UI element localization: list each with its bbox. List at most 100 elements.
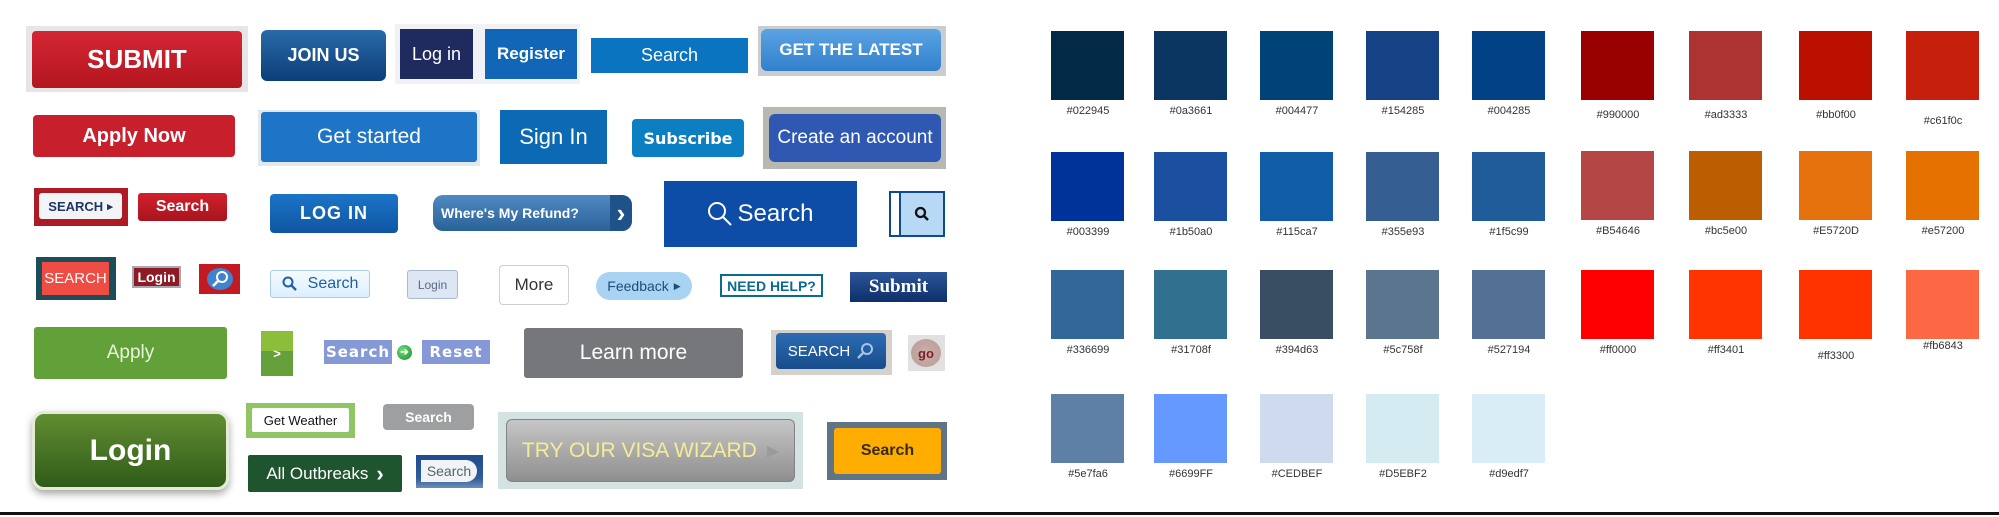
- color-swatch-label: #ad3333: [1704, 109, 1748, 121]
- search-pill-button[interactable]: Search: [421, 460, 477, 482]
- get-weather-button[interactable]: Get Weather: [252, 408, 349, 432]
- color-swatch: [1906, 151, 1979, 220]
- all-outbreaks-button[interactable]: All Outbreaks ›: [248, 455, 402, 492]
- search-button-flat[interactable]: Search: [591, 38, 748, 73]
- magnifier-icon: [708, 202, 733, 226]
- search-blue-icon-label: SEARCH: [787, 342, 851, 360]
- get-the-latest-button[interactable]: GET THE LATEST: [761, 29, 941, 71]
- get-started-button[interactable]: Get started: [261, 112, 477, 162]
- color-swatch: [1472, 270, 1545, 339]
- register-button[interactable]: Register: [485, 29, 577, 79]
- subscribe-button[interactable]: Subscribe: [632, 119, 744, 157]
- sign-in-button[interactable]: Sign In: [500, 110, 607, 164]
- search-gray-button[interactable]: Search: [383, 404, 474, 430]
- search-coral-button[interactable]: SEARCH: [42, 262, 109, 295]
- color-swatch: [1260, 270, 1333, 339]
- search-framed-button[interactable]: SEARCH ▸: [39, 193, 122, 219]
- chevron-right-icon: ›: [610, 195, 632, 231]
- color-swatch-label: #527194: [1487, 344, 1531, 356]
- create-account-button[interactable]: Create an account: [769, 114, 941, 162]
- color-swatch: [1689, 151, 1762, 220]
- go-button[interactable]: go: [911, 339, 941, 367]
- log-in-caps-button[interactable]: LOG IN: [270, 194, 398, 233]
- log-in-button[interactable]: Log in: [400, 29, 473, 79]
- learn-more-button[interactable]: Learn more: [524, 328, 743, 378]
- login-maroon-button[interactable]: Login: [132, 266, 181, 288]
- color-swatch: [1906, 31, 1979, 100]
- color-swatch-label: #022945: [1066, 105, 1110, 117]
- chevron-right-icon: ›: [376, 460, 384, 486]
- magnifier-icon: [914, 206, 929, 221]
- apply-button[interactable]: Apply: [34, 327, 227, 379]
- color-swatch: [1799, 151, 1872, 220]
- color-swatch: [1154, 270, 1227, 339]
- color-swatch: [1366, 270, 1439, 339]
- color-swatch-label: #336699: [1066, 344, 1110, 356]
- color-swatch: [1366, 394, 1439, 463]
- submit-serif-button[interactable]: Submit: [850, 272, 947, 302]
- login-green-large-button[interactable]: Login: [32, 411, 229, 490]
- color-swatch: [1260, 152, 1333, 221]
- color-swatch: [1154, 152, 1227, 221]
- wheres-my-refund-label: Where's My Refund?: [441, 205, 579, 221]
- triangle-right-icon: ▸: [107, 200, 113, 213]
- color-swatch: [1472, 394, 1545, 463]
- color-swatch: [1581, 31, 1654, 100]
- reset-lavender-button[interactable]: Reset: [422, 340, 490, 364]
- magnifier-icon: [282, 276, 297, 291]
- apply-now-button[interactable]: Apply Now: [33, 115, 235, 157]
- search-red-button[interactable]: Search: [138, 193, 227, 221]
- color-swatch: [1799, 31, 1872, 100]
- visa-wizard-button[interactable]: TRY OUR VISA WIZARD ▶: [506, 419, 795, 482]
- search-lavender-button[interactable]: Search: [324, 340, 392, 364]
- color-swatch: [1260, 31, 1333, 100]
- color-swatch-label: #bc5e00: [1704, 225, 1748, 237]
- color-swatch: [1689, 270, 1762, 339]
- play-triangle-icon: ▶: [673, 280, 681, 291]
- color-swatch-label: #ff3401: [1707, 344, 1745, 356]
- join-us-button[interactable]: JOIN US: [261, 30, 386, 81]
- need-help-button[interactable]: NEED HELP?: [720, 274, 823, 297]
- color-swatch-label: #5c758f: [1383, 344, 1423, 356]
- color-swatch: [1051, 31, 1124, 100]
- color-swatch: [1154, 394, 1227, 463]
- green-arrow-button[interactable]: >: [261, 331, 293, 376]
- search-light-label: Search: [307, 275, 359, 292]
- submit-button[interactable]: SUBMIT: [32, 31, 242, 88]
- search-orb-button[interactable]: [199, 264, 240, 294]
- color-swatch-label: #990000: [1596, 109, 1640, 121]
- search-large-button[interactable]: Search: [664, 181, 857, 247]
- more-button[interactable]: More: [499, 265, 569, 305]
- color-swatch: [1051, 152, 1124, 221]
- color-swatch-label: #394d63: [1275, 344, 1319, 356]
- login-light-button[interactable]: Login: [407, 270, 458, 299]
- color-swatch: [1154, 31, 1227, 100]
- color-swatch-label: #115ca7: [1276, 226, 1318, 238]
- color-swatch-label: #CEDBEF: [1271, 468, 1323, 480]
- color-swatch-label: #1f5c99: [1489, 226, 1529, 238]
- green-arrow-circle-icon: ➔: [397, 345, 412, 360]
- color-swatch-label: #ff3300: [1817, 350, 1855, 362]
- search-icon-button[interactable]: [899, 191, 945, 237]
- search-yellow-button[interactable]: Search: [834, 428, 941, 474]
- color-swatch: [1581, 270, 1654, 339]
- visa-wizard-label: TRY OUR VISA WIZARD: [521, 438, 757, 462]
- color-swatch: [1906, 270, 1979, 339]
- color-swatch-label: #5e7fa6: [1068, 468, 1108, 480]
- feedback-button[interactable]: Feedback ▶: [596, 272, 692, 300]
- search-blue-icon-button[interactable]: SEARCH: [776, 333, 886, 369]
- search-large-label: Search: [737, 200, 814, 227]
- color-swatch-label: #31708f: [1171, 344, 1211, 356]
- color-swatch: [1581, 151, 1654, 220]
- wheres-my-refund-button[interactable]: Where's My Refund? ›: [433, 195, 632, 231]
- play-triangle-icon: ▶: [766, 442, 780, 460]
- color-swatch-label: #E5720D: [1813, 225, 1859, 237]
- magnifier-orb-icon: [206, 268, 233, 290]
- color-swatch-label: #004285: [1487, 105, 1531, 117]
- color-swatch: [1366, 152, 1439, 221]
- color-swatch-label: #d9edf7: [1489, 468, 1529, 480]
- color-swatch: [1260, 394, 1333, 463]
- search-light-button[interactable]: Search: [270, 270, 370, 298]
- color-swatch-label: #355e93: [1381, 226, 1425, 238]
- color-swatch-label: #1b50a0: [1169, 226, 1213, 238]
